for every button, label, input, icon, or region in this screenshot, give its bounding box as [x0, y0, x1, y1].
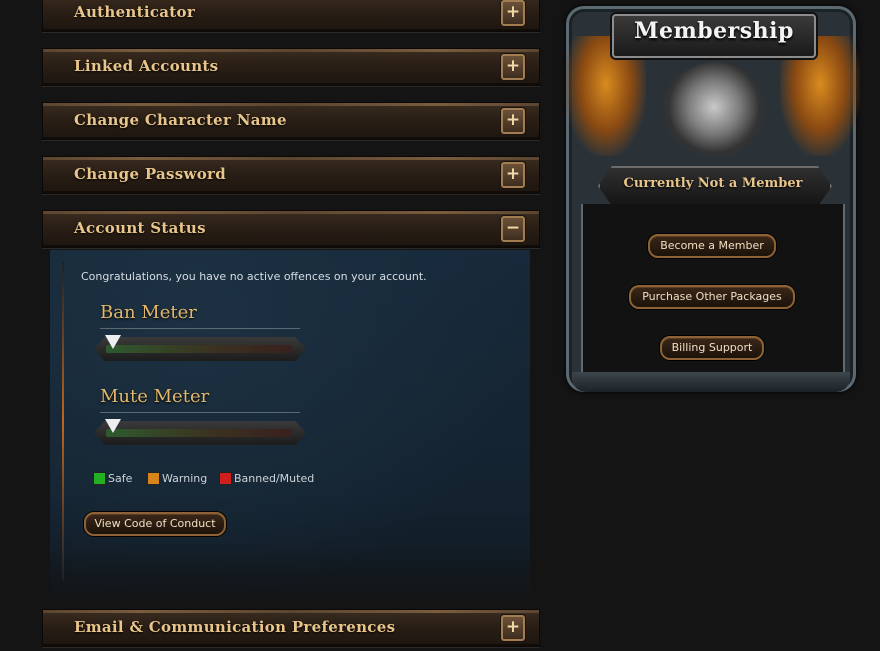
accordion-change-password[interactable]: Change Password + [42, 156, 540, 194]
accordion-account-status[interactable]: Account Status − [42, 210, 540, 248]
expand-icon[interactable]: + [501, 615, 525, 641]
shield-crest-icon [662, 62, 766, 162]
expand-icon[interactable]: + [501, 0, 525, 26]
safe-swatch [93, 472, 106, 485]
accordion-title: Linked Accounts [74, 57, 219, 75]
accordion-linked-accounts[interactable]: Linked Accounts + [42, 48, 540, 86]
status-message: Congratulations, you have no active offe… [81, 270, 427, 283]
ban-meter-bar [94, 337, 306, 361]
legend-warning: Warning [162, 472, 208, 485]
accordion-title: Email & Communication Preferences [74, 618, 396, 636]
legend-banned-muted: Banned/Muted [234, 472, 315, 485]
accordion-change-character-name[interactable]: Change Character Name + [42, 102, 540, 140]
expand-icon[interactable]: + [501, 54, 525, 80]
membership-status: Currently Not a Member [623, 176, 803, 191]
accordion-email-preferences[interactable]: Email & Communication Preferences + [42, 609, 540, 647]
accordion-title: Change Character Name [74, 111, 287, 129]
mute-meter-fill [106, 429, 292, 437]
view-code-of-conduct-button[interactable]: View Code of Conduct [84, 512, 226, 536]
warning-swatch [147, 472, 160, 485]
become-member-button[interactable]: Become a Member [648, 234, 776, 258]
purchase-packages-button[interactable]: Purchase Other Packages [629, 285, 795, 309]
accordion-title: Account Status [74, 219, 206, 237]
collapse-icon[interactable]: − [501, 216, 525, 242]
accordion-authenticator[interactable]: Authenticator + [42, 0, 540, 32]
accordion-title: Authenticator [74, 3, 196, 21]
mute-meter-label: Mute Meter [100, 386, 210, 407]
expand-icon[interactable]: + [501, 162, 525, 188]
ban-meter-fill [106, 345, 292, 353]
divider [100, 412, 300, 413]
membership-title: Membership [634, 18, 794, 44]
decorative-divider [62, 262, 64, 580]
mute-meter-bar [94, 421, 306, 445]
billing-support-button[interactable]: Billing Support [660, 336, 764, 360]
banned-muted-swatch [219, 472, 232, 485]
divider [100, 328, 300, 329]
membership-frame-bottom [572, 372, 850, 392]
legend-safe: Safe [108, 472, 133, 485]
accordion-title: Change Password [74, 165, 227, 183]
expand-icon[interactable]: + [501, 108, 525, 134]
ban-meter-label: Ban Meter [100, 302, 197, 323]
